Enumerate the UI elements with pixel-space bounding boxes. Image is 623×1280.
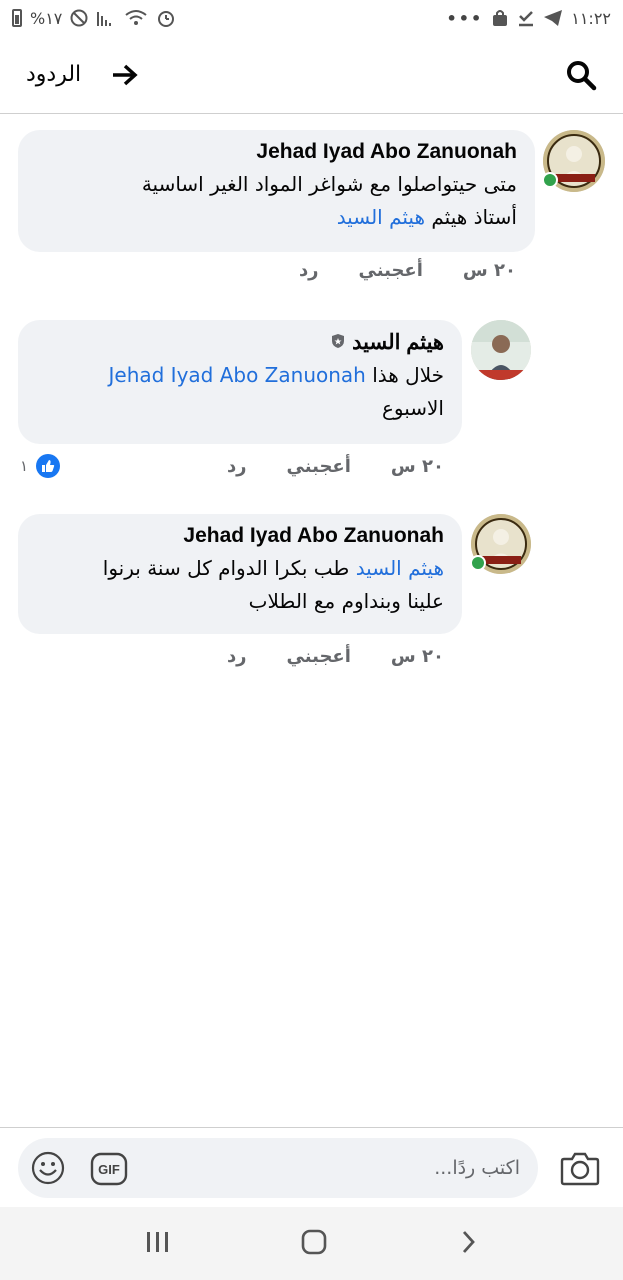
comment-time: ٢٠ س: [390, 456, 444, 477]
reply-composer: GIF: [0, 1127, 623, 1207]
comment-text-prefix: خلال هذا: [365, 363, 444, 387]
reply-input[interactable]: [220, 1138, 520, 1198]
status-bar: %١٧ ••• ١١:٢٢: [0, 0, 623, 36]
comment-2: هيثم السيد خلال هذا Jehad Iyad Abo Zanuo…: [0, 320, 623, 490]
comment-text: خلال هذا Jehad Iyad Abo Zanuonah الاسبوع: [36, 359, 444, 425]
camera-icon[interactable]: [560, 1150, 600, 1190]
comment-text-line: علينا وبنداوم مع الطلاب: [248, 589, 444, 613]
comment-author[interactable]: هيثم السيد: [36, 330, 444, 355]
reply-button[interactable]: رد: [299, 260, 319, 281]
comment-bubble[interactable]: Jehad Iyad Abo Zanuonah متى حيتواصلوا مع…: [18, 130, 535, 252]
comment-1: Jehad Iyad Abo Zanuonah متى حيتواصلوا مع…: [0, 130, 623, 300]
composer-box: GIF: [18, 1138, 538, 1198]
telegram-icon: [544, 10, 563, 26]
like-button[interactable]: أعجبني: [287, 646, 351, 667]
search-icon[interactable]: [565, 59, 597, 91]
comment-actions: ٢٠ س أعجبني رد: [227, 646, 444, 667]
like-reaction-icon: [36, 454, 61, 478]
gif-label: GIF: [98, 1162, 120, 1177]
signal-icon: [97, 12, 112, 26]
online-status-dot: [542, 172, 558, 188]
comment-time: ٢٠ س: [390, 646, 444, 667]
author-name[interactable]: هيثم السيد: [352, 330, 444, 355]
gif-icon[interactable]: GIF: [90, 1152, 128, 1190]
reaction-summary[interactable]: ١: [20, 454, 61, 478]
back-icon[interactable]: [458, 1228, 478, 1260]
comment-text-line: متى حيتواصلوا مع شواغر المواد الغير اساس…: [141, 172, 517, 196]
like-button[interactable]: أعجبني: [287, 456, 351, 477]
reaction-count: ١: [20, 457, 29, 475]
arrow-right-icon[interactable]: [111, 63, 139, 87]
mention-link[interactable]: هيثم السيد: [337, 205, 425, 229]
app-header: الردود: [0, 36, 623, 114]
mention-link[interactable]: Jehad Iyad Abo Zanuonah: [108, 363, 365, 387]
comment-text-line: أستاذ هيثم هيثم السيد: [36, 201, 517, 234]
system-nav-bar: [0, 1207, 623, 1280]
battery-percent: %١٧: [30, 8, 63, 28]
more-notifications-icon: •••: [446, 8, 484, 28]
mention-link[interactable]: هيثم السيد: [356, 556, 444, 580]
comment-bubble[interactable]: Jehad Iyad Abo Zanuonah هيثم السيد طب بك…: [18, 514, 462, 634]
clock: ١١:٢٢: [571, 8, 611, 28]
recent-apps-icon[interactable]: [145, 1230, 171, 1258]
download-done-icon: [519, 11, 534, 27]
comment-bubble[interactable]: هيثم السيد خلال هذا Jehad Iyad Abo Zanuo…: [18, 320, 462, 444]
page-title: الردود: [26, 62, 82, 87]
status-right: ••• ١١:٢٢: [447, 9, 611, 28]
comment-text-prefix: أستاذ هيثم: [425, 205, 517, 229]
comment-3: Jehad Iyad Abo Zanuonah هيثم السيد طب بك…: [0, 514, 623, 684]
emoji-icon[interactable]: [31, 1151, 65, 1189]
online-status-dot: [470, 555, 486, 571]
avatar[interactable]: [471, 320, 531, 380]
status-left: %١٧: [12, 8, 176, 28]
like-button[interactable]: أعجبني: [359, 260, 423, 281]
comment-author[interactable]: Jehad Iyad Abo Zanuonah: [36, 524, 444, 548]
home-icon[interactable]: [300, 1228, 328, 1260]
comment-time: ٢٠ س: [462, 260, 516, 281]
comment-author[interactable]: Jehad Iyad Abo Zanuonah: [36, 140, 517, 164]
comment-text-line: الاسبوع: [381, 396, 444, 420]
comment-text-line: خلال هذا Jehad Iyad Abo Zanuonah: [36, 359, 444, 392]
header-title-wrap: الردود: [26, 62, 139, 87]
comment-text-line: هيثم السيد طب بكرا الدوام كل سنة برنوا: [36, 552, 444, 585]
comment-text: متى حيتواصلوا مع شواغر المواد الغير اساس…: [36, 168, 517, 234]
comment-text: هيثم السيد طب بكرا الدوام كل سنة برنوا ع…: [36, 552, 444, 618]
shield-badge-icon: [330, 331, 346, 355]
wifi-icon: [125, 10, 148, 25]
comment-text-after-mention: طب بكرا الدوام كل سنة برنوا: [102, 556, 356, 580]
do-not-disturb-icon: [70, 9, 88, 27]
reply-button[interactable]: رد: [227, 456, 247, 477]
reply-button[interactable]: رد: [227, 646, 247, 667]
battery-icon: [12, 9, 22, 27]
comment-actions: ٢٠ س أعجبني رد: [299, 260, 516, 281]
comment-actions: ٢٠ س أعجبني رد: [227, 456, 444, 477]
alarm-icon: [158, 11, 175, 27]
bag-icon: [493, 10, 508, 26]
